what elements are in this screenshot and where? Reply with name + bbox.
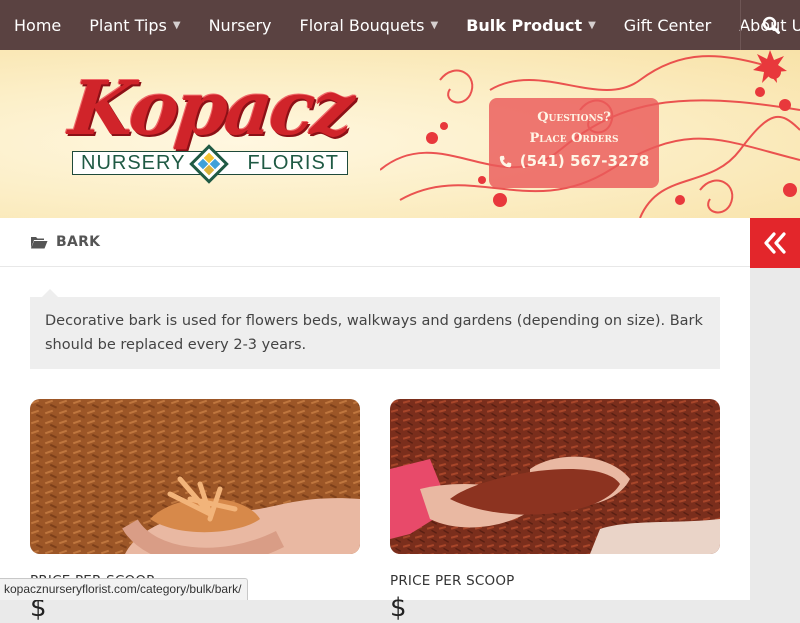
logo-florist-text: FLORIST	[247, 152, 339, 174]
nav-item-bulk-product[interactable]: Bulk Product ▼	[452, 0, 610, 50]
search-icon	[762, 16, 780, 34]
nav-label: Nursery	[208, 15, 272, 35]
category-title: BARK	[56, 234, 101, 250]
nav-item-home[interactable]: Home	[0, 0, 75, 50]
top-navigation: Home Plant Tips ▼ Nursery Floral Bouquets…	[0, 0, 800, 50]
contact-box: Questions? Place Orders (541) 567-3278	[489, 98, 659, 188]
category-description: Decorative bark is used for flowers beds…	[30, 297, 720, 369]
chevron-down-icon: ▼	[172, 19, 181, 31]
nav-label: Floral Bouquets	[299, 15, 425, 35]
product-image-light-bark[interactable]	[30, 399, 360, 554]
nav-item-gift-center[interactable]: Gift Center	[610, 0, 725, 50]
chevron-down-icon: ▼	[430, 19, 439, 31]
nav-item-plant-tips[interactable]: Plant Tips ▼	[75, 0, 194, 50]
contact-phone[interactable]: (541) 567-3278	[489, 152, 659, 170]
double-chevron-left-icon	[764, 232, 786, 254]
product-price: $	[390, 593, 407, 623]
nav-label: Bulk Product	[466, 15, 583, 35]
product-card[interactable]: PRICE PER SCOOP $	[390, 399, 720, 623]
chevron-down-icon: ▼	[588, 19, 596, 31]
logo-diamond-icon	[189, 144, 229, 184]
sidebar-toggle-button[interactable]	[750, 218, 800, 268]
nav-item-nursery[interactable]: Nursery	[195, 0, 286, 50]
product-title: PRICE PER SCOOP	[390, 573, 515, 589]
phone-number: (541) 567-3278	[519, 152, 650, 170]
breadcrumb: BARK	[0, 218, 750, 267]
nav-label: Gift Center	[623, 15, 712, 35]
nav-label: Plant Tips	[89, 15, 167, 35]
status-bar-url: kopacznurseryflorist.com/category/bulk/b…	[0, 578, 249, 600]
description-pointer	[42, 289, 58, 297]
site-header: Kopacz NURSERY FLORIST Questions? Place …	[0, 50, 800, 218]
contact-questions-text: Questions?	[537, 110, 611, 125]
nav-item-floral-bouquets[interactable]: Floral Bouquets ▼	[286, 0, 453, 50]
logo-script-text: Kopacz	[65, 66, 356, 152]
folder-open-icon	[31, 237, 48, 249]
logo-nursery-text: NURSERY	[81, 152, 186, 174]
search-button[interactable]	[740, 0, 800, 50]
product-image-red-bark[interactable]	[390, 399, 720, 554]
nav-label: Home	[14, 15, 62, 35]
main-content: BARK Decorative bark is used for flowers…	[0, 218, 750, 623]
phone-icon	[499, 155, 511, 167]
contact-place-orders-text: Place Orders	[529, 131, 619, 146]
